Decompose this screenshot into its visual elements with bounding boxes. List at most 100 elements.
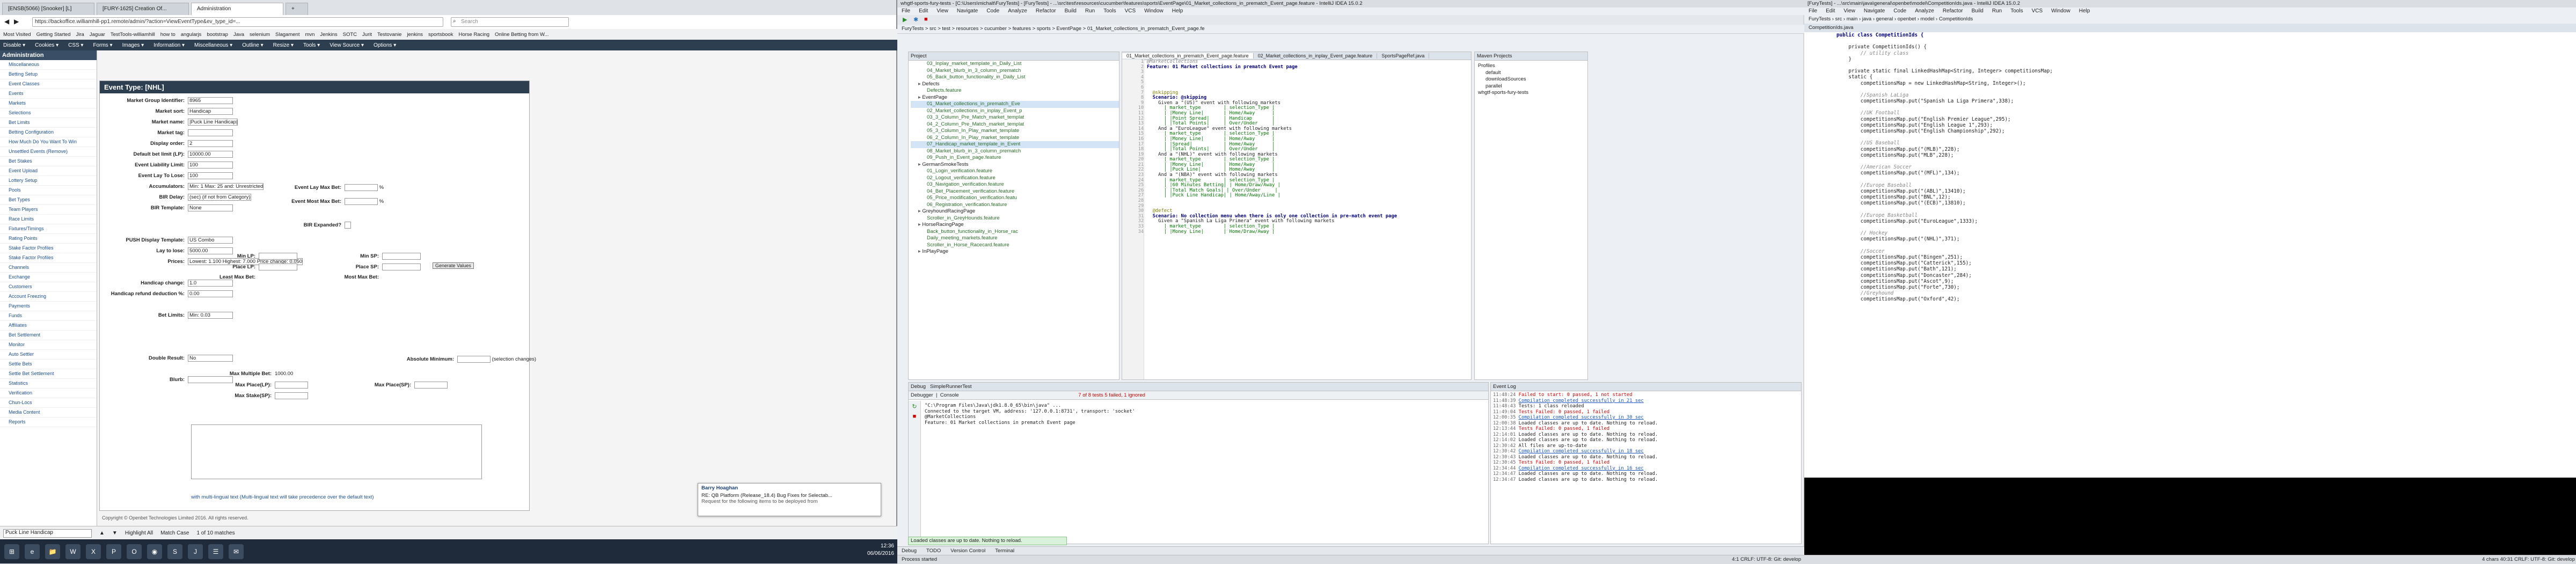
maven-item[interactable]: Profiles <box>1477 63 1585 70</box>
taskbar-app-icon[interactable]: ☰ <box>208 544 223 559</box>
rerun-icon[interactable]: ↻ <box>909 403 920 410</box>
field-value[interactable]: Min: 0.03 <box>188 312 233 319</box>
bookmark-link[interactable]: Getting Started <box>36 32 71 38</box>
browser-tab[interactable]: [FURY-1625] Creation Of... <box>97 3 189 15</box>
tool-window-button[interactable]: Debug <box>902 547 917 555</box>
bookmark-link[interactable]: Jaguar <box>90 32 105 38</box>
editor-tab[interactable]: 01_Market_collections_in_prematch_Event_… <box>1122 53 1254 58</box>
url-input[interactable]: https://backoffice.williamhill-pp1.remot… <box>32 17 443 27</box>
sidebar-item[interactable]: Bet Limits <box>0 118 97 128</box>
toolbar-menu-item[interactable]: Miscellaneous ▾ <box>194 42 232 48</box>
maven-item[interactable]: default <box>1477 70 1585 77</box>
sidebar-item[interactable]: Settle Bets <box>0 360 97 369</box>
toolbar-menu-item[interactable]: Options ▾ <box>374 42 396 48</box>
sidebar-item[interactable]: Payments <box>0 302 97 311</box>
tree-file[interactable]: Daily_meeting_markets.feature <box>911 235 1119 242</box>
taskbar-app-icon[interactable]: ✉ <box>229 544 244 559</box>
bookmark-link[interactable]: Jira <box>76 32 84 38</box>
toolbar-menu-item[interactable]: Images ▾ <box>122 42 144 48</box>
sidebar-item[interactable]: Account Freezing <box>0 292 97 302</box>
sidebar-item[interactable]: Event Classes <box>0 79 97 89</box>
sidebar-item[interactable]: Stake Factor Profiles <box>0 253 97 263</box>
menu-item[interactable]: Analyze <box>1008 8 1027 15</box>
sidebar-item[interactable]: Bet Settlement <box>0 331 97 340</box>
menu-item[interactable]: Tools <box>1103 8 1116 15</box>
sidebar-item[interactable]: Bet Stakes <box>0 157 97 166</box>
taskbar-app-icon[interactable]: X <box>86 544 101 559</box>
tool-window-button[interactable]: Terminal <box>995 547 1014 555</box>
tree-file[interactable]: 09_Push_in_Event_page.feature <box>911 155 1119 162</box>
field-value[interactable]: 100 <box>188 162 233 169</box>
field-value[interactable]: 1.0 <box>188 280 233 287</box>
email-notification[interactable]: Barry Hoaghan RE: QB Platform (Release_1… <box>698 483 881 516</box>
toolbar-menu-item[interactable]: Disable ▾ <box>3 42 25 48</box>
sidebar-item[interactable]: Events <box>0 89 97 99</box>
toolbar-menu-item[interactable]: Cookies ▾ <box>35 42 58 48</box>
bookmark-link[interactable]: Java <box>233 32 244 38</box>
tree-file[interactable]: 01_Login_verification.feature <box>911 168 1119 175</box>
menu-item[interactable]: Build <box>1972 8 1984 15</box>
taskbar-app-icon[interactable]: ◉ <box>147 544 162 559</box>
tree-folder[interactable]: EventPage <box>911 94 1119 101</box>
field-value[interactable] <box>188 129 233 136</box>
tree-file[interactable]: Defects.feature <box>911 87 1119 94</box>
sidebar-item[interactable]: Chun-Locs <box>0 398 97 408</box>
bookmark-link[interactable]: Testovanie <box>377 32 401 38</box>
bookmark-link[interactable]: sportsbook <box>428 32 453 38</box>
sidebar-item[interactable]: Funds <box>0 311 97 321</box>
toolbar-menu-item[interactable]: Resize ▾ <box>273 42 294 48</box>
sidebar-item[interactable]: Stake Factor Profiles <box>0 244 97 253</box>
find-next-icon[interactable]: ▼ <box>112 530 118 536</box>
tree-folder[interactable]: GermanSmokeTests <box>911 162 1119 169</box>
sidebar-item[interactable]: Verification <box>0 389 97 398</box>
menu-item[interactable]: Run <box>1992 8 2002 15</box>
debug-run-tab[interactable]: SimpleRunnerTest <box>930 384 972 390</box>
field-value[interactable]: None <box>188 204 233 211</box>
tree-file[interactable]: 03_Inplay_market_template_in_Daily_List <box>911 61 1119 68</box>
sidebar-item[interactable]: Rating Points <box>0 234 97 244</box>
stop-icon[interactable]: ■ <box>924 16 928 23</box>
tool-window-button[interactable]: TODO <box>926 547 941 555</box>
toolbar-menu-item[interactable]: View Source ▾ <box>330 42 364 48</box>
bookmark-link[interactable]: Jenkins <box>320 32 337 38</box>
sidebar-item[interactable]: Team Players <box>0 205 97 215</box>
taskbar-app-icon[interactable]: W <box>65 544 80 559</box>
editor-tab[interactable]: SportsPageRef.java <box>1377 53 1430 58</box>
menu-item[interactable]: Window <box>2051 8 2070 15</box>
toolbar-menu-item[interactable]: Outline ▾ <box>242 42 263 48</box>
menu-item[interactable]: Edit <box>919 8 928 15</box>
tree-file[interactable]: 07_Handicap_market_template_in_Event <box>911 141 1119 148</box>
menu-item[interactable]: Tools <box>2010 8 2023 15</box>
menu-item[interactable]: Help <box>2079 8 2090 15</box>
bir-expanded-checkbox[interactable] <box>345 222 351 229</box>
menu-item[interactable]: Analyze <box>1915 8 1934 15</box>
sidebar-item[interactable]: Fixtures/Timings <box>0 224 97 234</box>
field-value[interactable]: Handicap <box>188 108 233 115</box>
java-editor[interactable]: public class CompetitionIds { private Co… <box>1804 32 2576 478</box>
toolbar-menu-item[interactable]: Forms ▾ <box>93 42 112 48</box>
menu-item[interactable]: VCS <box>1125 8 1136 15</box>
sidebar-item[interactable]: Selections <box>0 108 97 118</box>
sidebar-item[interactable]: Markets <box>0 99 97 108</box>
tree-file[interactable]: 01_Market_collections_in_prematch_Eve <box>911 101 1119 108</box>
event-text[interactable]: Compilation completed successfully in 16… <box>1519 466 1644 471</box>
find-input[interactable]: Puck Line Handicap <box>3 529 92 538</box>
tree-file[interactable]: Back_button_functionality_in_Horse_rac <box>911 229 1119 236</box>
sidebar-item[interactable]: Exchange <box>0 273 97 282</box>
tree-folder[interactable]: Defects <box>911 81 1119 88</box>
field-value[interactable]: 8965 <box>188 97 233 104</box>
ide2-tab[interactable]: CompetitionIds.java <box>1804 24 2576 33</box>
menu-item[interactable]: Help <box>1172 8 1183 15</box>
event-text[interactable]: Compilation completed successfully in 30… <box>1519 415 1644 420</box>
sidebar-item[interactable]: Lottery Setup <box>0 176 97 186</box>
tree-file[interactable]: 02_Market_collections_in_inplay_Event_p <box>911 108 1119 115</box>
run-icon[interactable]: ▶ <box>903 16 907 23</box>
bookmark-link[interactable]: mvn <box>305 32 314 38</box>
field-value[interactable]: 2 <box>188 140 233 147</box>
menu-item[interactable]: File <box>902 8 910 15</box>
taskbar-app-icon[interactable]: S <box>167 544 182 559</box>
menu-item[interactable]: Code <box>1893 8 1906 15</box>
field-value[interactable]: No <box>188 355 233 362</box>
tree-file[interactable]: 06_2_Column_In_Play_market_template <box>911 135 1119 142</box>
bookmark-link[interactable]: Most Visited <box>3 32 31 38</box>
